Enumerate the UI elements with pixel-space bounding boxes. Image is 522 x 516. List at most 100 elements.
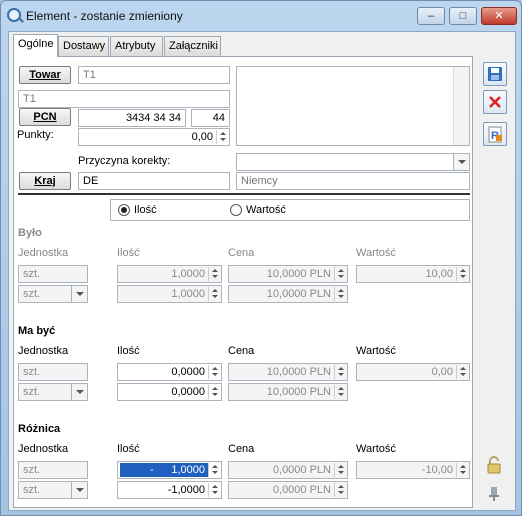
kraj-name-field[interactable]: Niemcy bbox=[236, 172, 470, 190]
roznica-unit2-combo: szt. bbox=[18, 481, 88, 499]
chevron-down-icon bbox=[71, 286, 87, 302]
col-ilosc-label: Ilość bbox=[117, 443, 140, 455]
col-jednostka-label: Jednostka bbox=[18, 345, 69, 357]
title-bar: Element - zostanie zmieniony – □ ✕ bbox=[1, 1, 521, 31]
mabyc-qty1-spinner[interactable]: 0,0000 bbox=[117, 363, 222, 381]
mabyc-section-title: Ma być bbox=[18, 325, 56, 337]
col-wartosc-label: Wartość bbox=[356, 247, 396, 259]
divider bbox=[18, 193, 470, 195]
bylo-price1-spinner: 10,0000 PLN bbox=[228, 265, 348, 283]
textarea-scrollbar[interactable] bbox=[453, 67, 469, 145]
tab-atrybuty[interactable]: Atrybuty bbox=[110, 36, 163, 56]
spinner-arrows-icon bbox=[334, 287, 346, 301]
wartosc-radio[interactable] bbox=[230, 204, 242, 216]
tab-ogolne[interactable]: Ogólne bbox=[13, 34, 58, 57]
spinner-arrows-icon[interactable] bbox=[208, 463, 220, 477]
roznica-qty1-spinner[interactable]: - 1,0000 bbox=[117, 461, 222, 479]
towar-name-field[interactable]: T1 bbox=[18, 90, 230, 108]
col-jednostka-label: Jednostka bbox=[18, 443, 69, 455]
wartosc-radio-label[interactable]: Wartość bbox=[246, 204, 286, 216]
punkty-label: Punkty: bbox=[17, 129, 54, 141]
chevron-down-icon[interactable] bbox=[453, 154, 469, 170]
bylo-qty2-spinner: 1,0000 bbox=[117, 285, 222, 303]
roznica-unit1-field: szt. bbox=[18, 461, 88, 479]
chevron-down-icon bbox=[71, 384, 87, 400]
mode-group bbox=[110, 199, 470, 221]
spinner-arrows-icon bbox=[334, 483, 346, 497]
bylo-qty1-spinner: 1,0000 bbox=[117, 265, 222, 283]
close-button[interactable]: ✕ bbox=[481, 7, 517, 25]
spinner-arrows-icon bbox=[456, 365, 468, 379]
korekta-label: Przyczyna korekty: bbox=[78, 155, 171, 167]
spinner-arrows-icon bbox=[334, 463, 346, 477]
roznica-price1-spinner: 0,0000 PLN bbox=[228, 461, 348, 479]
korekta-combo[interactable] bbox=[236, 153, 470, 171]
save-icon bbox=[488, 67, 502, 81]
bylo-section-title: Było bbox=[18, 227, 42, 239]
tab-dostawy[interactable]: Dostawy bbox=[58, 36, 109, 56]
mabyc-value-spinner: 0,00 bbox=[356, 363, 470, 381]
spinner-arrows-icon bbox=[456, 267, 468, 281]
window-title: Element - zostanie zmieniony bbox=[26, 9, 183, 23]
towar-button[interactable]: Towar bbox=[19, 66, 71, 84]
search-icon bbox=[7, 8, 21, 22]
save-button[interactable] bbox=[483, 62, 507, 86]
window: Element - zostanie zmieniony – □ ✕ Ogóln… bbox=[0, 0, 522, 516]
minimize-button[interactable]: – bbox=[417, 7, 445, 25]
towar-code-field[interactable]: T1 bbox=[78, 66, 230, 84]
col-ilosc-label: Ilość bbox=[117, 247, 140, 259]
mabyc-price2-spinner: 10,0000 PLN bbox=[228, 383, 348, 401]
chevron-down-icon bbox=[71, 482, 87, 498]
spinner-arrows-icon bbox=[334, 365, 346, 379]
kraj-button[interactable]: Kraj bbox=[19, 172, 71, 190]
roznica-price2-spinner: 0,0000 PLN bbox=[228, 481, 348, 499]
kraj-code-field[interactable]: DE bbox=[78, 172, 230, 190]
general-panel: Towar T1 T1 PCN 3434 34 34 44 Punkty: 0,… bbox=[13, 56, 473, 508]
roznica-qty2-spinner[interactable]: -1,0000 bbox=[117, 481, 222, 499]
roznica-section-title: Różnica bbox=[18, 423, 61, 435]
pcn-code-field[interactable]: 3434 34 34 bbox=[78, 109, 186, 127]
spinner-arrows-icon[interactable] bbox=[216, 130, 228, 144]
mabyc-unit1-field: szt. bbox=[18, 363, 88, 381]
maximize-button[interactable]: □ bbox=[449, 7, 477, 25]
ilosc-radio-label[interactable]: Ilość bbox=[134, 204, 157, 216]
spinner-arrows-icon[interactable] bbox=[208, 365, 220, 379]
qty-sign: - bbox=[150, 464, 154, 476]
col-cena-label: Cena bbox=[228, 247, 255, 259]
ilosc-radio[interactable] bbox=[118, 204, 130, 216]
pcn-button[interactable]: PCN bbox=[19, 108, 71, 126]
col-cena-label: Cena bbox=[228, 443, 255, 455]
spinner-arrows-icon bbox=[208, 287, 220, 301]
tab-zalaczniki[interactable]: Załączniki bbox=[164, 36, 221, 56]
roznica-value-spinner: -10,00 bbox=[356, 461, 470, 479]
spinner-arrows-icon bbox=[208, 267, 220, 281]
lock-button[interactable] bbox=[483, 454, 507, 478]
col-ilosc-label: Ilość bbox=[117, 345, 140, 357]
spinner-arrows-icon[interactable] bbox=[208, 385, 220, 399]
mabyc-qty2-spinner[interactable]: 0,0000 bbox=[117, 383, 222, 401]
col-wartosc-label: Wartość bbox=[356, 345, 396, 357]
spinner-arrows-icon bbox=[334, 267, 346, 281]
client-area: Ogólne Dostawy Atrybuty Załączniki Towar… bbox=[8, 31, 516, 511]
mabyc-price1-spinner: 10,0000 PLN bbox=[228, 363, 348, 381]
pin-button[interactable] bbox=[483, 482, 507, 506]
lock-icon bbox=[487, 456, 501, 474]
description-textarea[interactable] bbox=[236, 66, 470, 146]
col-wartosc-label: Wartość bbox=[356, 443, 396, 455]
pcn-suffix-field[interactable]: 44 bbox=[191, 109, 230, 127]
col-jednostka-label: Jednostka bbox=[18, 247, 69, 259]
bylo-price2-spinner: 10,0000 PLN bbox=[228, 285, 348, 303]
close-icon bbox=[489, 96, 501, 108]
spinner-arrows-icon[interactable] bbox=[208, 483, 220, 497]
bylo-unit2-combo: szt. bbox=[18, 285, 88, 303]
bylo-unit1-field: szt. bbox=[18, 265, 88, 283]
report-button[interactable]: R bbox=[483, 122, 507, 146]
spinner-arrows-icon bbox=[334, 385, 346, 399]
mabyc-unit2-combo: szt. bbox=[18, 383, 88, 401]
pin-icon bbox=[489, 487, 499, 501]
cancel-button[interactable] bbox=[483, 90, 507, 114]
bylo-value-spinner: 10,00 bbox=[356, 265, 470, 283]
spinner-arrows-icon bbox=[456, 463, 468, 477]
report-icon: R bbox=[488, 126, 502, 143]
punkty-spinner[interactable]: 0,00 bbox=[78, 128, 230, 146]
